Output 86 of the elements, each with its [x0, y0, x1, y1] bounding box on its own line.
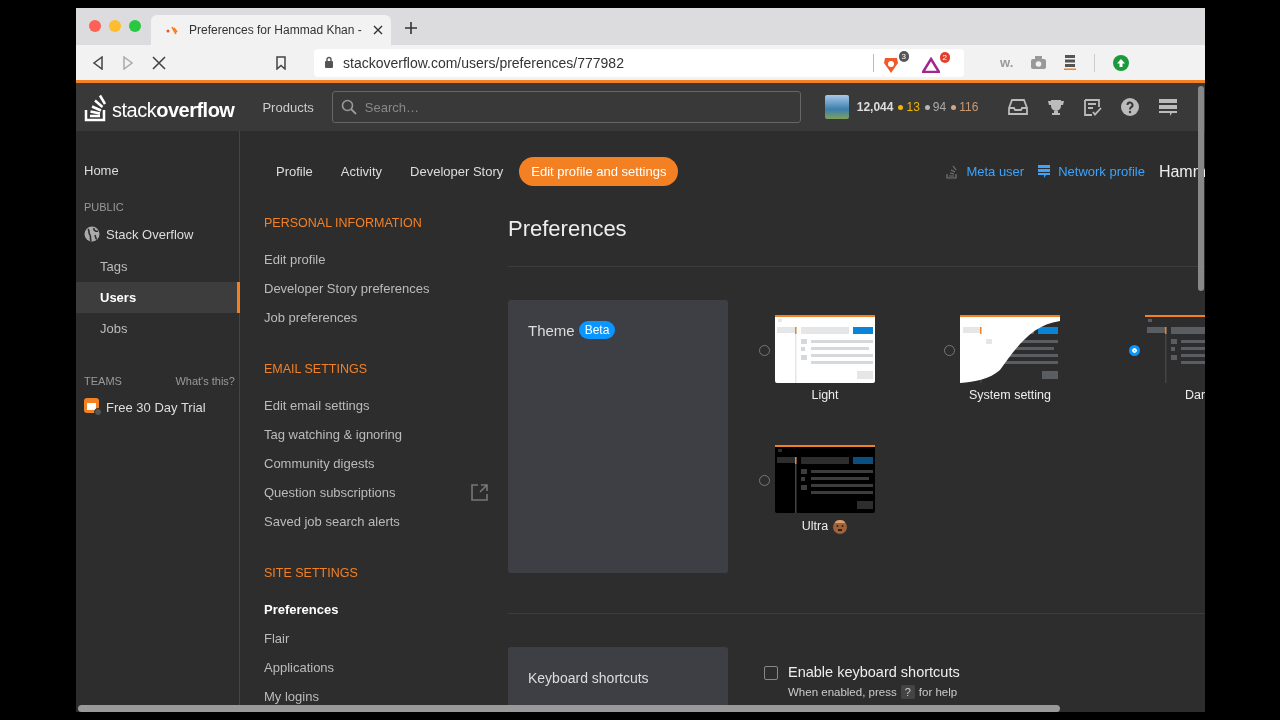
home-link[interactable]: Home: [76, 162, 239, 179]
stack-overflow-logo[interactable]: stackoverflow: [84, 92, 235, 122]
globe-icon: [84, 226, 100, 242]
shield-extension[interactable]: 3: [883, 51, 909, 74]
upload-icon[interactable]: [1113, 54, 1130, 71]
page-title: Preferences: [508, 216, 628, 242]
settings-link[interactable]: Applications: [264, 660, 335, 675]
stack-exchange-icon: [1038, 165, 1051, 178]
section-heading: EMAIL SETTINGS: [264, 362, 369, 376]
horizontal-scrollbar[interactable]: [78, 705, 1060, 712]
section-label: TEAMS: [84, 375, 122, 387]
settings-link[interactable]: Question subscriptions: [264, 485, 396, 500]
external-link-icon[interactable]: [471, 484, 488, 501]
inbox-icon[interactable]: [1008, 99, 1029, 115]
section-heading: SITE SETTINGS: [264, 566, 359, 580]
settings-link[interactable]: Edit email settings: [264, 398, 370, 413]
trial-link[interactable]: Free 30 Day Trial: [76, 398, 239, 416]
bookmark-icon[interactable]: [276, 55, 286, 70]
lock-icon: [324, 56, 334, 69]
settings-link[interactable]: Saved job search alerts: [264, 514, 400, 529]
stop-icon[interactable]: [152, 55, 166, 70]
close-tab-icon[interactable]: [373, 25, 383, 35]
beta-badge: Beta: [578, 321, 616, 339]
section-title: Keyboard shortcuts: [528, 670, 649, 686]
user-card[interactable]: 12,044 13 94 116: [824, 95, 979, 119]
help-icon[interactable]: [1121, 98, 1140, 116]
server-icon[interactable]: [1064, 55, 1077, 70]
triangle-icon: [922, 57, 940, 73]
profile-tab[interactable]: Developer Story: [398, 157, 516, 186]
award-count: 13: [898, 100, 920, 114]
review-icon[interactable]: [1084, 98, 1103, 116]
sidebar-item[interactable]: Tags: [76, 251, 240, 282]
browser-tab[interactable]: Preferences for Hammad Khan -: [151, 15, 391, 45]
checkbox-label: Enable keyboard shortcuts: [788, 664, 960, 680]
address-bar[interactable]: stackoverflow.com/users/preferences/777982 3 2: [314, 48, 964, 77]
search-field[interactable]: Search…: [331, 91, 801, 123]
checkbox[interactable]: [764, 666, 778, 680]
meta-user-link[interactable]: Meta user: [946, 164, 1025, 179]
emoji-icon: [832, 518, 849, 534]
tab-title: Preferences for Hammad Khan -: [189, 23, 363, 37]
site-link[interactable]: Stack Overflow: [76, 226, 239, 242]
profile-tab[interactable]: Profile: [264, 157, 325, 186]
theme-preview-drawing[interactable]: [960, 315, 1060, 383]
trophy-icon[interactable]: [1047, 98, 1066, 116]
settings-link[interactable]: Preferences: [264, 602, 339, 617]
settings-link[interactable]: Edit profile: [264, 252, 326, 267]
settings-link[interactable]: Flair: [264, 631, 290, 646]
key-badge: ?: [900, 685, 915, 699]
avatar: [824, 95, 849, 119]
camera-icon[interactable]: [1031, 56, 1047, 69]
lion-shield-icon: [883, 56, 899, 74]
theme-label: System setting: [969, 388, 1051, 402]
products-menu[interactable]: Products: [258, 93, 318, 121]
settings-link[interactable]: Developer Story preferences: [264, 281, 430, 296]
new-tab-icon[interactable]: [405, 22, 417, 34]
settings-link[interactable]: Community digests: [264, 456, 375, 471]
theme-label: Ultra: [801, 519, 829, 533]
section-label: PUBLIC: [83, 201, 125, 213]
theme-preview-drawing[interactable]: [775, 445, 875, 513]
help-text: When enabled, press: [788, 686, 897, 698]
reputation: 12,044: [856, 100, 894, 114]
help-text: for help: [918, 686, 958, 698]
rewards-extension[interactable]: 2: [922, 52, 950, 73]
search-icon: [340, 99, 357, 115]
settings-link[interactable]: Tag watching & ignoring: [264, 427, 403, 442]
theme-label: Light: [811, 388, 839, 402]
theme-label: Dar: [1184, 388, 1205, 402]
url-text: stackoverflow.com/users/preferences/777982: [343, 54, 625, 71]
section-heading: PERSONAL INFORMATION: [264, 216, 423, 230]
settings-link[interactable]: Job preferences: [264, 310, 358, 325]
settings-link[interactable]: My logins: [264, 689, 319, 704]
count-badge: 3: [898, 51, 909, 62]
whats-this-link[interactable]: What's this?: [175, 375, 235, 387]
back-icon[interactable]: [92, 55, 104, 70]
section-title: Theme: [528, 321, 575, 339]
theme-radio[interactable]: [1129, 345, 1140, 356]
award-count: 116: [951, 100, 979, 114]
network-profile-link[interactable]: Network profile: [1038, 164, 1145, 179]
briefcase-icon: [84, 398, 102, 416]
sidebar-item[interactable]: Jobs: [76, 313, 240, 344]
site-switcher-icon[interactable]: [1158, 98, 1179, 116]
count-badge: 2: [939, 52, 950, 63]
profile-tab[interactable]: Activity: [328, 157, 395, 186]
sidebar-item[interactable]: Users: [76, 282, 240, 313]
stack-icon: [946, 164, 959, 179]
award-count: 94: [924, 100, 947, 114]
